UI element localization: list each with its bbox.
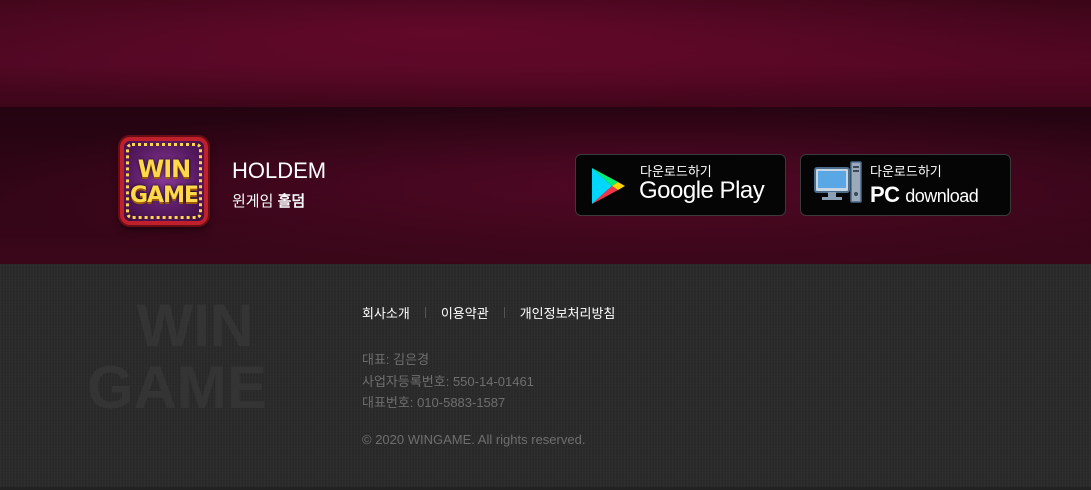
hero-background [0, 0, 1091, 107]
footer-link-divider [503, 307, 505, 318]
footer-links: 회사소개 이용약관 개인정보처리방침 [362, 303, 615, 322]
footer-link-divider [424, 307, 426, 318]
desktop-computer-icon [813, 161, 863, 209]
footer-link-privacy[interactable]: 개인정보처리방침 [520, 303, 616, 322]
footer-link-terms[interactable]: 이용약관 [441, 303, 489, 322]
logo-text-game: GAME [129, 183, 199, 208]
logo-text-win: WIN [137, 155, 192, 183]
footer-watermark-win: WIN [136, 292, 254, 359]
footer-ceo: 대표: 김은경 [362, 352, 430, 367]
brand-subtitle: 윈게임 홀덤 [232, 190, 305, 211]
footer-copyright: © 2020 WINGAME. All rights reserved. [362, 432, 586, 447]
google-play-label: Google Play [639, 177, 765, 204]
footer-phone: 대표번호: 010-5883-1587 [362, 395, 506, 410]
pc-download-label: PC download [870, 182, 979, 208]
pc-download-button[interactable]: 다운로드하기 PC download [800, 154, 1011, 216]
pc-download-label-bold: PC [870, 182, 900, 207]
google-play-download-button[interactable]: 다운로드하기 Google Play [575, 154, 786, 216]
pc-download-caption: 다운로드하기 [870, 164, 942, 179]
brand-title: HOLDEM [232, 158, 327, 183]
footer-link-company[interactable]: 회사소개 [362, 303, 410, 322]
brand-subtitle-bold: 홀덤 [277, 193, 306, 210]
pc-download-label-light: download [905, 186, 979, 206]
brand-subtitle-prefix: 윈게임 [232, 193, 278, 210]
wingame-logo[interactable]: WIN GAME [120, 137, 208, 225]
footer-watermark-game: GAME [87, 354, 267, 421]
footer-business-number: 사업자등록번호: 550-14-01461 [362, 374, 534, 389]
google-play-icon [588, 166, 628, 211]
